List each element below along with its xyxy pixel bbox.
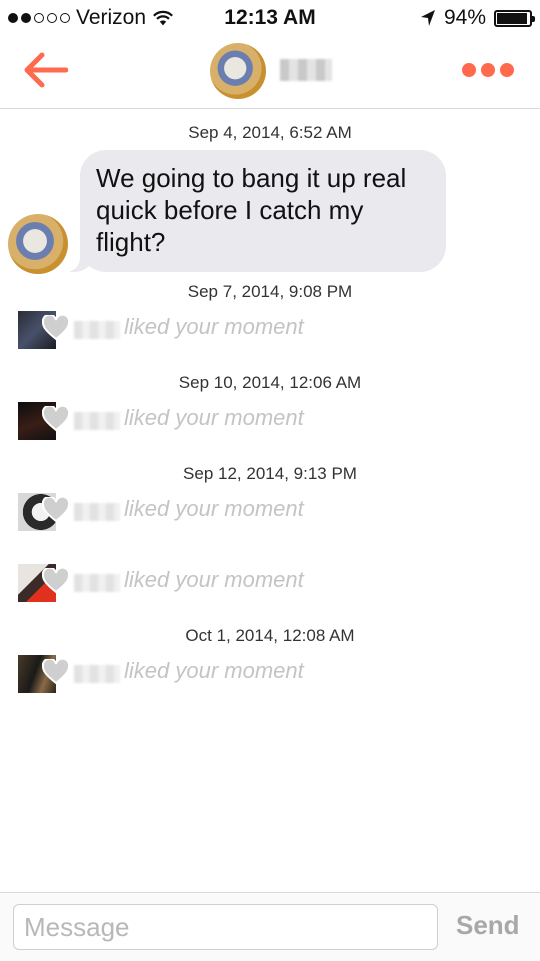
heart-icon <box>42 497 70 523</box>
chat-header <box>0 36 540 109</box>
status-bar: Verizon 12:13 AM 94% <box>0 0 540 36</box>
back-button[interactable] <box>22 51 68 89</box>
like-text: liked your moment <box>124 314 304 339</box>
match-name-redacted[interactable] <box>280 59 332 81</box>
like-text: liked your moment <box>124 567 304 592</box>
arrow-left-icon <box>24 52 68 88</box>
status-right: 94% <box>420 6 535 30</box>
liker-name-redacted <box>74 665 120 683</box>
like-notification[interactable]: liked your moment <box>18 311 538 349</box>
like-notification[interactable]: liked your moment <box>18 655 538 693</box>
battery-icon <box>494 9 535 27</box>
heart-icon <box>42 659 70 685</box>
like-notification[interactable]: liked your moment <box>18 493 538 531</box>
match-avatar[interactable] <box>210 43 266 99</box>
timestamp: Sep 12, 2014, 9:13 PM <box>183 464 357 483</box>
like-text: liked your moment <box>124 405 304 430</box>
like-notification[interactable]: liked your moment <box>18 564 538 602</box>
timestamp: Sep 7, 2014, 9:08 PM <box>187 282 353 301</box>
message-input[interactable] <box>13 904 438 950</box>
more-dots-icon <box>462 63 476 77</box>
send-button[interactable]: Send <box>456 910 520 941</box>
liker-name-redacted <box>74 574 120 592</box>
heart-icon <box>42 315 70 341</box>
like-text: liked your moment <box>124 658 304 683</box>
more-options-button[interactable] <box>462 63 514 77</box>
liker-name-redacted <box>74 321 120 339</box>
like-text: liked your moment <box>124 496 304 521</box>
heart-icon <box>42 406 70 432</box>
timestamp: Oct 1, 2014, 12:08 AM <box>185 626 355 645</box>
timestamp: Sep 10, 2014, 12:06 AM <box>178 373 362 392</box>
like-notification[interactable]: liked your moment <box>18 402 538 440</box>
battery-percent: 94% <box>443 6 486 29</box>
timestamp: Sep 4, 2014, 6:52 AM <box>188 123 352 142</box>
liker-name-redacted <box>74 412 120 430</box>
liker-name-redacted <box>74 503 120 521</box>
sender-avatar[interactable] <box>8 214 68 274</box>
received-message-bubble[interactable]: We going to bang it up real quick before… <box>66 150 446 272</box>
heart-icon <box>42 568 70 594</box>
message-composer: Send <box>0 892 540 961</box>
location-arrow-icon <box>420 10 435 26</box>
